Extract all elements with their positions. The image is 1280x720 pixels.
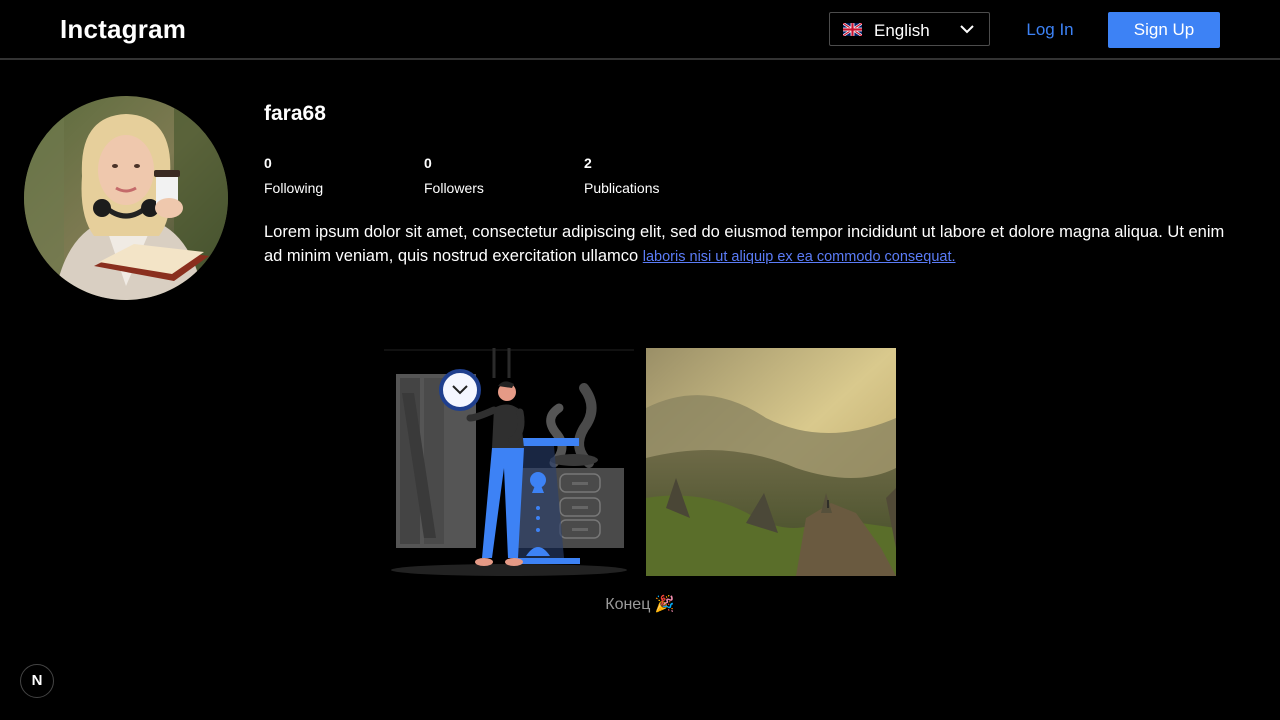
app-logo[interactable]: Inctagram bbox=[60, 14, 186, 45]
profile-username: fara68 bbox=[264, 102, 326, 125]
posts-end-message: Конец 🎉 bbox=[605, 596, 675, 613]
profile-bio: Lorem ipsum dolor sit amet, consectetur … bbox=[264, 220, 1244, 269]
stat-followers-value: 0 bbox=[424, 155, 432, 171]
login-button[interactable]: Log In bbox=[1014, 12, 1086, 48]
stat-following[interactable]: 0 Following bbox=[264, 155, 323, 196]
bio-link[interactable]: laboris nisi ut aliquip ex ea commodo co… bbox=[643, 249, 956, 265]
stat-publications-label: Publications bbox=[584, 180, 660, 196]
stat-publications[interactable]: 2 Publications bbox=[584, 155, 660, 196]
top-header: Inctagram English Log In Sign Up bbox=[0, 0, 1280, 60]
uk-flag-icon bbox=[843, 23, 862, 36]
stat-publications-value: 2 bbox=[584, 155, 592, 171]
stat-following-value: 0 bbox=[264, 155, 272, 171]
post-thumbnail[interactable] bbox=[646, 348, 896, 576]
dev-indicator-badge[interactable]: N bbox=[20, 664, 54, 698]
profile-avatar bbox=[24, 96, 228, 300]
language-label: English bbox=[874, 21, 930, 40]
stat-followers-label: Followers bbox=[424, 180, 484, 196]
stat-followers[interactable]: 0 Followers bbox=[424, 155, 484, 196]
post-thumbnail[interactable] bbox=[384, 348, 634, 576]
language-select[interactable]: English bbox=[829, 12, 990, 46]
signup-button[interactable]: Sign Up bbox=[1108, 12, 1220, 48]
stat-following-label: Following bbox=[264, 180, 324, 196]
chevron-down-icon bbox=[960, 25, 974, 34]
